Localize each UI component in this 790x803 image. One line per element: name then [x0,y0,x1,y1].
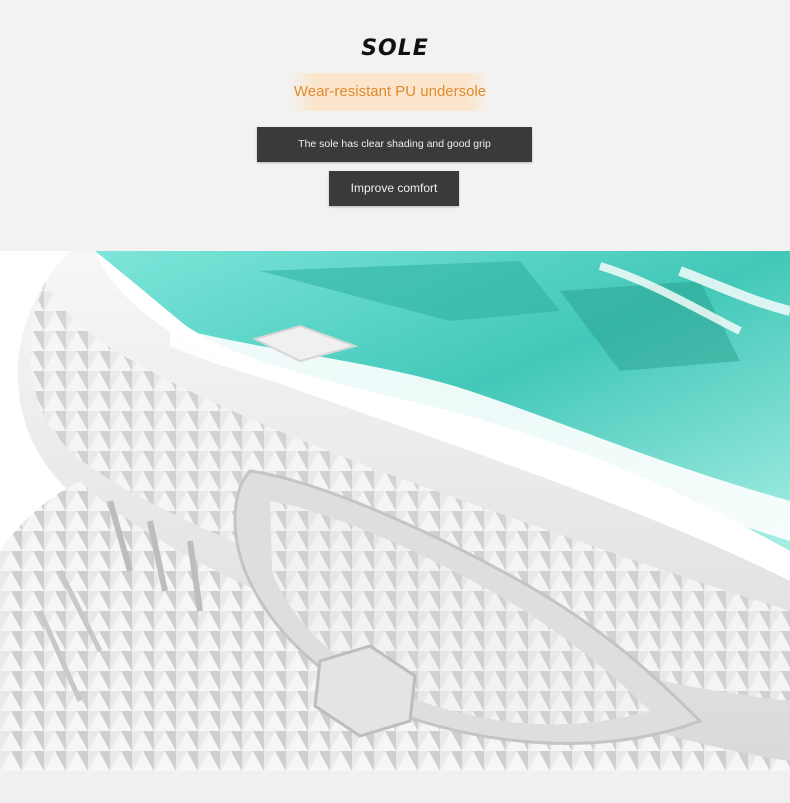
section-subtitle: Wear-resistant PU undersole [289,73,491,111]
feature-label-comfort: Improve comfort [329,171,459,206]
section-title: SOLE [361,36,429,61]
feature-label-grip: The sole has clear shading and good grip [257,127,532,162]
bottom-strip [0,771,790,803]
header-section: SOLE Wear-resistant PU undersole The sol… [0,0,790,251]
shoe-sole-photo [0,251,790,771]
